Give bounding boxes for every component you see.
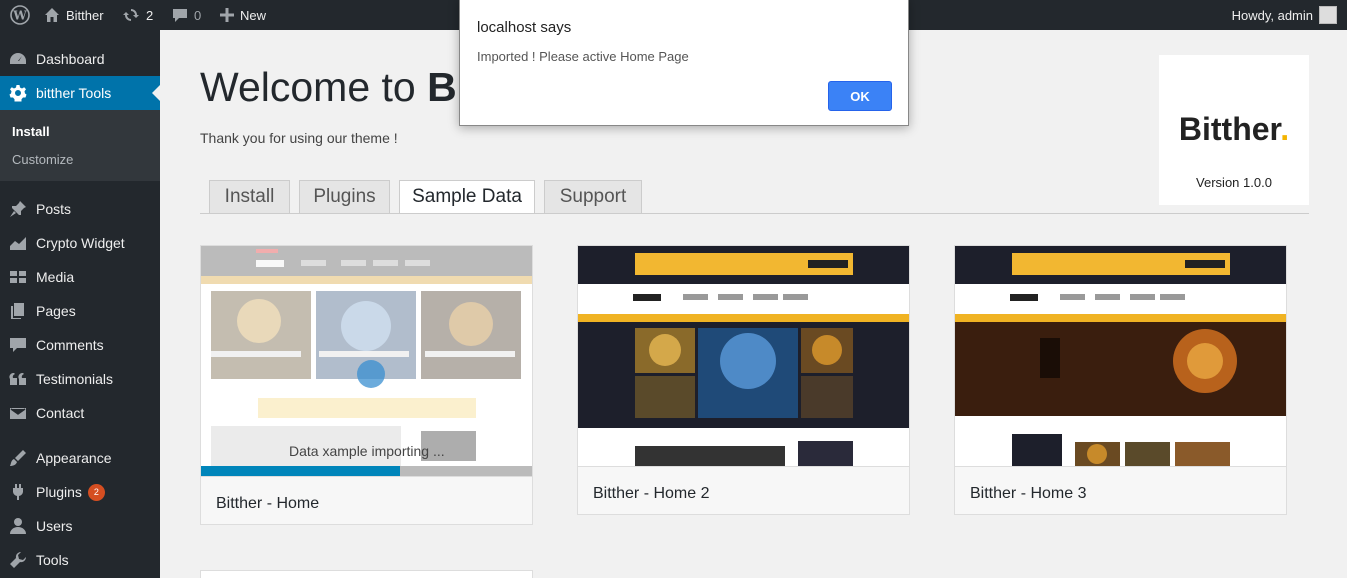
paintbrush-icon	[10, 450, 26, 466]
ok-button[interactable]: OK	[828, 81, 892, 111]
menu-posts[interactable]: Posts	[0, 192, 160, 226]
menu-dashboard[interactable]: Dashboard	[0, 42, 160, 76]
demo-title: Bitther - Home 2	[593, 485, 710, 502]
plugins-update-badge: 2	[87, 483, 105, 501]
submenu-install[interactable]: Install	[12, 124, 50, 139]
wrench-icon	[10, 551, 27, 568]
new-label: New	[240, 7, 267, 23]
theme-brand-box: Bitther. Version 1.0.0	[1159, 55, 1309, 205]
import-progress-bar	[201, 466, 532, 476]
menu-label: Contact	[36, 405, 85, 421]
menu-label: Tools	[36, 552, 69, 568]
menu-media[interactable]: Media	[0, 260, 160, 294]
menu-contact[interactable]: Contact	[0, 396, 160, 430]
menu-pages[interactable]: Pages	[0, 294, 160, 328]
menu-label: Comments	[36, 337, 104, 353]
submenu-customize[interactable]: Customize	[12, 152, 73, 167]
plug-icon	[13, 484, 23, 500]
howdy-text: Howdy, admin	[1231, 7, 1313, 23]
plus-icon	[220, 8, 234, 22]
menu-comments[interactable]: Comments	[0, 328, 160, 362]
menu-label: Users	[36, 518, 73, 534]
import-status-text: Data xample importing ...	[289, 443, 445, 459]
demo-preview-thumbnail	[955, 246, 1286, 466]
menu-label: bitther Tools	[36, 85, 112, 101]
tab-divider	[200, 213, 1309, 214]
menu-testimonials[interactable]: Testimonials	[0, 362, 160, 396]
tab-install[interactable]: Install	[209, 180, 290, 214]
tab-plugins[interactable]: Plugins	[299, 180, 390, 214]
bitther-tools-submenu: Install Customize	[0, 110, 160, 181]
gear-icon	[9, 85, 27, 102]
updates-icon	[123, 9, 139, 21]
new-content-link[interactable]: New	[220, 0, 266, 30]
demo-preview-thumbnail	[578, 246, 909, 466]
demo-card-home[interactable]: Data xample importing ... Bitther - Home	[200, 245, 533, 525]
media-icon	[10, 271, 26, 283]
my-account-link[interactable]: Howdy, admin	[1232, 0, 1337, 30]
demo-card-partial[interactable]	[200, 570, 533, 578]
menu-plugins[interactable]: Plugins 2	[0, 475, 160, 509]
brand-logo: Bitther.	[1178, 111, 1290, 147]
updates-link[interactable]: 2	[122, 0, 153, 30]
menu-label: Plugins	[36, 484, 82, 500]
admin-sidebar: Dashboard bitther Tools Install Customiz…	[0, 30, 160, 578]
avatar	[1319, 6, 1337, 24]
demo-card-home-2[interactable]: Bitther - Home 2	[577, 245, 910, 515]
menu-label: Testimonials	[36, 371, 114, 387]
menu-label: Appearance	[36, 450, 112, 466]
comments-count: 0	[194, 7, 202, 23]
tab-support[interactable]: Support	[544, 180, 642, 214]
menu-label: Pages	[36, 303, 76, 319]
theme-version: Version 1.0.0	[1196, 175, 1272, 190]
pushpin-icon	[10, 201, 26, 217]
menu-users[interactable]: Users	[0, 509, 160, 543]
site-name-link[interactable]: Bitther	[44, 0, 104, 30]
dialog-title: localhost says	[477, 19, 572, 36]
dialog-message: Imported ! Please active Home Page	[477, 49, 689, 64]
menu-label: Crypto Widget	[36, 235, 125, 251]
demo-title: Bitther - Home	[216, 495, 320, 512]
comments-icon	[10, 338, 26, 352]
wordpress-logo-icon[interactable]: W	[10, 0, 30, 30]
thanks-text: Thank you for using our theme !	[200, 130, 398, 146]
svg-text:W: W	[12, 9, 27, 23]
pages-icon	[11, 303, 24, 319]
menu-crypto-widget[interactable]: Crypto Widget	[0, 226, 160, 260]
quote-icon	[9, 372, 26, 385]
demo-card-home-3[interactable]: Bitther - Home 3	[954, 245, 1287, 515]
menu-label: Dashboard	[36, 51, 105, 67]
updates-count: 2	[146, 7, 154, 23]
envelope-icon	[10, 408, 26, 419]
tab-sample-data[interactable]: Sample Data	[399, 180, 535, 214]
comments-link[interactable]: 0	[172, 0, 201, 30]
menu-label: Posts	[36, 201, 72, 217]
menu-label: Media	[36, 269, 75, 285]
user-icon	[10, 518, 26, 534]
comment-bubble-icon	[173, 9, 187, 22]
menu-appearance[interactable]: Appearance	[0, 441, 160, 475]
loading-spinner-icon	[357, 360, 385, 388]
welcome-heading: Welcome to B	[200, 64, 457, 110]
dashboard-icon	[10, 53, 26, 64]
demo-preview-thumbnail: Data xample importing ...	[201, 246, 532, 466]
menu-bitther-tools[interactable]: bitther Tools	[0, 76, 160, 110]
menu-tools[interactable]: Tools	[0, 543, 160, 577]
import-overlay	[201, 246, 532, 466]
home-icon	[45, 8, 59, 22]
chart-line-icon	[10, 237, 26, 250]
site-name: Bitther	[66, 7, 104, 23]
import-progress-fill	[201, 466, 400, 476]
browser-alert-dialog: localhost says Imported ! Please active …	[459, 0, 909, 126]
demo-title: Bitther - Home 3	[970, 485, 1087, 502]
